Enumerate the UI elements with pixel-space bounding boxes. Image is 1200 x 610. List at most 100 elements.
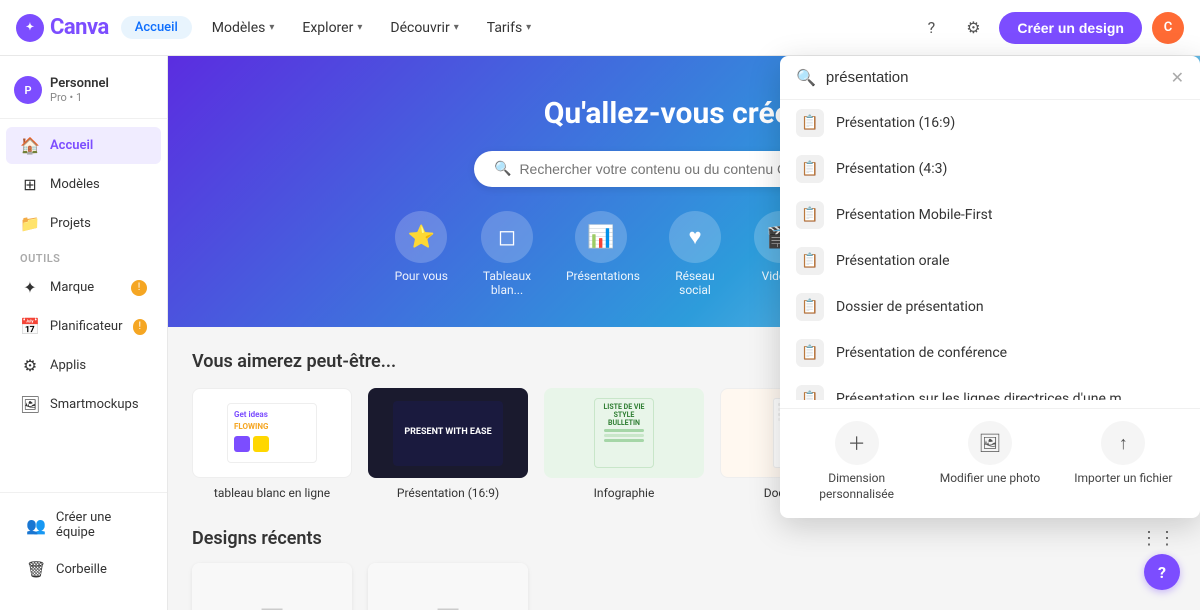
sidebar-item-applis[interactable]: ⚙ Applis [6, 347, 161, 384]
nav-right: ? ⚙ Créer un design C [915, 12, 1184, 44]
edit-photo-icon: 🖼 [968, 421, 1012, 465]
dropdown-item-5[interactable]: 📋 Dossier de présentation [780, 284, 1200, 330]
dropdown-items: 📋 Présentation (16:9) 📋 Présentation (4:… [780, 100, 1200, 400]
sidebar-item-projets[interactable]: 📁 Projets [6, 205, 161, 242]
quick-action-pour-vous[interactable]: ⭐ Pour vous [395, 211, 448, 297]
recent-thumb-1: ⊞ [192, 563, 352, 610]
settings-icon[interactable]: ⚙ [957, 12, 989, 44]
quick-action-reseau[interactable]: ♥ Réseau social [660, 211, 730, 297]
dropdown-item-3[interactable]: 📋 Présentation Mobile-First [780, 192, 1200, 238]
help-button[interactable]: ? [1144, 554, 1180, 590]
recent-section-header: Designs récents ⋮⋮ [192, 528, 1176, 549]
more-options-icon[interactable]: ⋮⋮ [1140, 528, 1176, 549]
sidebar-navigation: 🏠 Accueil ⊞ Modèles 📁 Projets Outils ✦ M… [0, 127, 167, 492]
sidebar-item-modeles-label: Modèles [50, 177, 100, 192]
logo-icon: ✦ [16, 14, 44, 42]
nav-tab-modeles[interactable]: Modèles ▾ [204, 16, 283, 40]
trash-icon: 🗑 [26, 560, 46, 579]
sidebar-item-modeles[interactable]: ⊞ Modèles [6, 166, 161, 203]
user-subtitle: Pro • 1 [50, 91, 153, 104]
team-icon: 👥 [26, 516, 46, 535]
badge: ! [131, 280, 147, 296]
chevron-down-icon: ▾ [269, 22, 274, 33]
recent-thumb-2: ⊞ [368, 563, 528, 610]
card-thumb-pres: PRESENT WITH EASE [368, 388, 528, 478]
sidebar-item-projets-label: Projets [50, 216, 91, 231]
sidebar-tools-section: Outils [0, 244, 167, 269]
sidebar-item-smartmockups[interactable]: 🖼 Smartmockups [6, 386, 161, 423]
dropdown-action-edit-photo-label: Modifier une photo [940, 471, 1041, 487]
card-tableau-blanc[interactable]: Get ideas FLOWING tableau blanc en ligne [192, 388, 352, 500]
sidebar-item-accueil-label: Accueil [50, 138, 93, 153]
logo[interactable]: ✦ Canva [16, 14, 109, 42]
dropdown-item-label: Présentation (16:9) [836, 115, 955, 131]
whiteboard-icon: ◻ [481, 211, 533, 263]
dropdown-item-label: Dossier de présentation [836, 299, 984, 315]
presentation-item-icon-4: 📋 [796, 247, 824, 275]
sidebar-item-planificateur[interactable]: 📅 Planificateur ! [6, 308, 161, 345]
card-infographie[interactable]: LISTE DE VIE STYLE BULLETIN Infographie [544, 388, 704, 500]
logo-text: Canva [50, 15, 109, 40]
dropdown-action-import[interactable]: ↑ Importer un fichier [1063, 421, 1184, 502]
sidebar-user[interactable]: P Personnel Pro • 1 [0, 68, 167, 119]
recent-card-nouveau-livre[interactable]: ⊞ Présentation nouveau livre Présentatio… [368, 563, 528, 610]
card-presentation-169[interactable]: PRESENT WITH EASE Présentation (16:9) [368, 388, 528, 500]
sidebar-item-marque[interactable]: ✦ Marque ! [6, 269, 161, 306]
sidebar-item-marque-label: Marque [50, 280, 94, 295]
presentation-item-icon-2: 📋 [796, 155, 824, 183]
quick-action-tableaux-label: Tableaux blan... [472, 269, 542, 297]
dropdown-item-4[interactable]: 📋 Présentation orale [780, 238, 1200, 284]
sidebar-trash-label: Corbeille [56, 562, 107, 577]
home-icon: 🏠 [20, 136, 40, 155]
sidebar-item-create-team[interactable]: 👥 Créer une équipe [12, 501, 155, 549]
nav-tab-accueil[interactable]: Accueil [121, 16, 192, 39]
sidebar-item-accueil[interactable]: 🏠 Accueil [6, 127, 161, 164]
dropdown-item-2[interactable]: 📋 Présentation (4:3) [780, 146, 1200, 192]
dropdown-item-6[interactable]: 📋 Présentation de conférence [780, 330, 1200, 376]
social-icon: ♥ [669, 211, 721, 263]
sidebar-item-trash[interactable]: 🗑 Corbeille [12, 551, 155, 588]
chevron-down-icon: ▾ [357, 22, 362, 33]
dropdown-action-dimension-label: Dimension personnalisée [796, 471, 917, 502]
quick-action-presentations[interactable]: 📊 Présentations [566, 211, 636, 297]
grid-icon: ⊞ [259, 599, 286, 610]
card-label: Infographie [544, 486, 704, 500]
dropdown-search-bar: 🔍 ✕ [780, 56, 1200, 100]
nav-tab-decouvrir[interactable]: Découvrir ▾ [382, 16, 466, 40]
mockup-icon: 🖼 [20, 395, 40, 414]
search-icon-dropdown: 🔍 [796, 68, 816, 87]
quick-action-tableaux[interactable]: ◻ Tableaux blan... [472, 211, 542, 297]
recent-title: Designs récents [192, 528, 322, 549]
quick-action-presentations-label: Présentations [566, 269, 636, 283]
nav-tab-tarifs[interactable]: Tarifs ▾ [479, 16, 539, 40]
dropdown-item-1[interactable]: 📋 Présentation (16:9) [780, 100, 1200, 146]
grid-icon-2: ⊞ [435, 599, 462, 610]
dropdown-action-dimension[interactable]: ＋ Dimension personnalisée [796, 421, 917, 502]
help-icon[interactable]: ? [915, 12, 947, 44]
star-icon: ⭐ [395, 211, 447, 263]
chevron-down-icon: ▾ [526, 22, 531, 33]
dropdown-action-edit-photo[interactable]: 🖼 Modifier une photo [929, 421, 1050, 502]
search-dropdown: 🔍 ✕ 📋 Présentation (16:9) 📋 Présentation… [780, 56, 1200, 518]
sidebar-create-team-label: Créer une équipe [56, 510, 141, 540]
sidebar-item-planificateur-label: Planificateur [50, 319, 123, 334]
nav-tab-explorer[interactable]: Explorer ▾ [294, 16, 370, 40]
dropdown-item-label: Présentation orale [836, 253, 950, 269]
card-thumb-info: LISTE DE VIE STYLE BULLETIN [544, 388, 704, 478]
avatar[interactable]: C [1152, 12, 1184, 44]
chevron-down-icon: ▾ [454, 22, 459, 33]
dropdown-actions: ＋ Dimension personnalisée 🖼 Modifier une… [780, 408, 1200, 506]
presentation-item-icon-5: 📋 [796, 293, 824, 321]
dropdown-item-label: Présentation (4:3) [836, 161, 947, 177]
presentation-icon: 📊 [575, 211, 627, 263]
close-icon[interactable]: ✕ [1171, 68, 1184, 87]
dropdown-search-input[interactable] [826, 69, 1161, 86]
user-avatar: P [14, 76, 42, 104]
sidebar-item-smartmockups-label: Smartmockups [50, 397, 139, 412]
dropdown-item-7[interactable]: 📋 Présentation sur les lignes directrice… [780, 376, 1200, 400]
create-design-button[interactable]: Créer un design [999, 12, 1142, 44]
user-info: Personnel Pro • 1 [50, 76, 153, 104]
templates-icon: ⊞ [20, 175, 40, 194]
recent-card-sans-titre[interactable]: ⊞ Sans titre Présentation [192, 563, 352, 610]
import-icon: ↑ [1101, 421, 1145, 465]
